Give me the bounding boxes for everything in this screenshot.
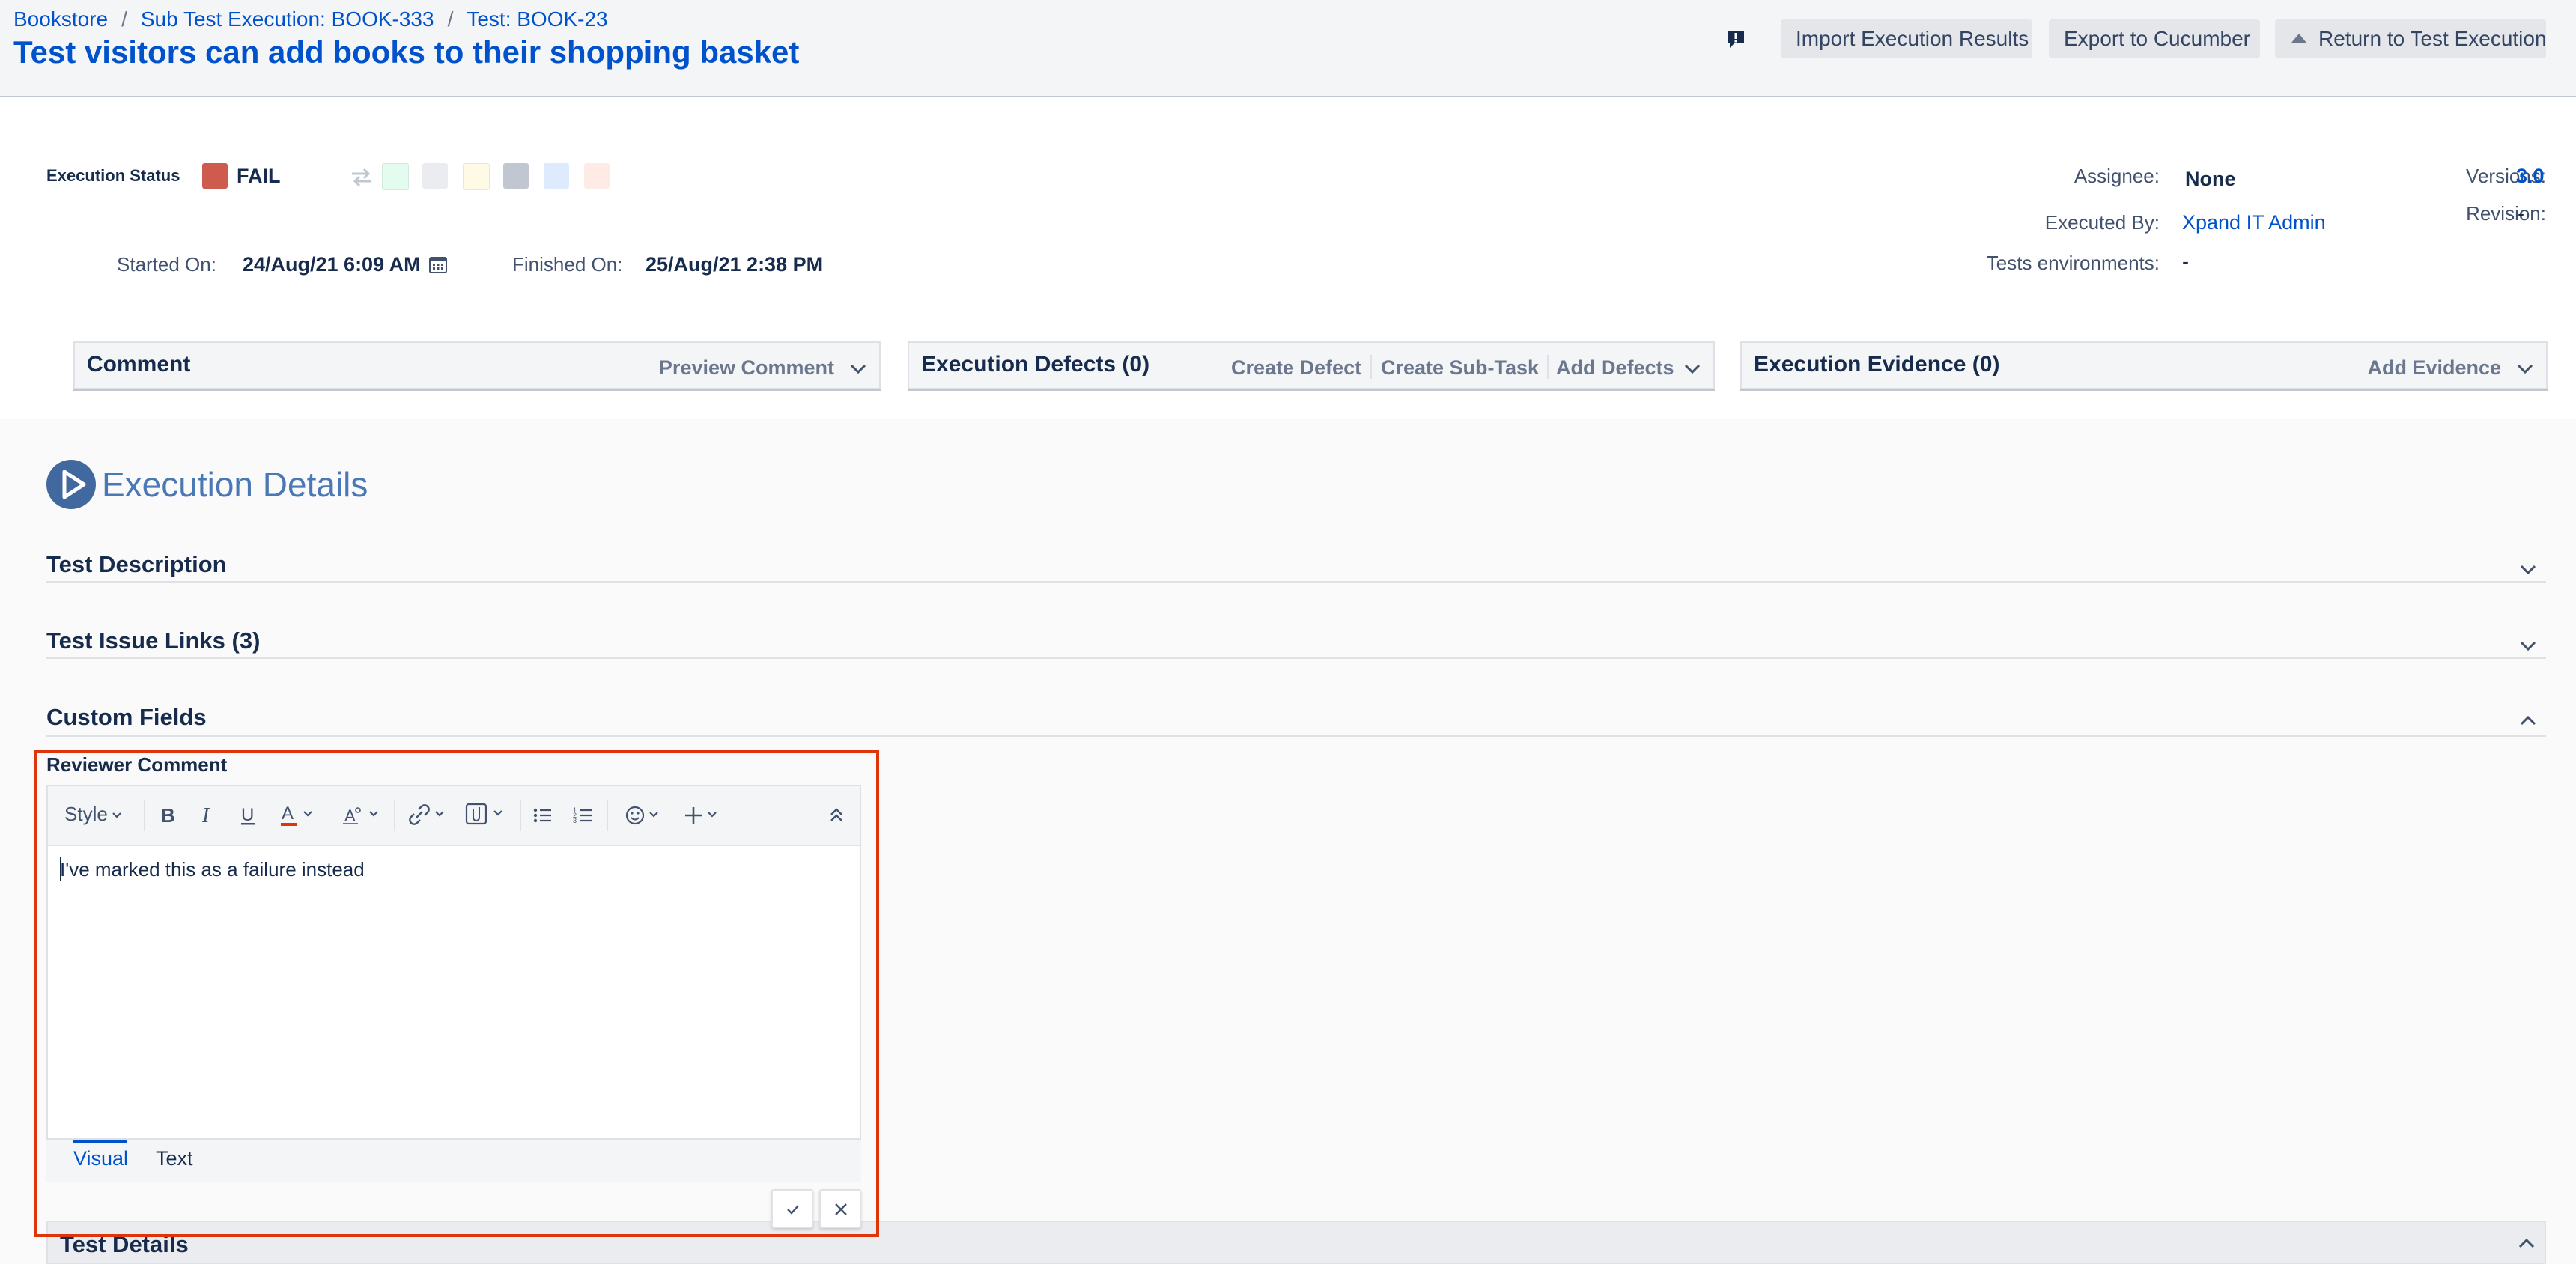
- feedback-icon[interactable]: [1725, 28, 1746, 49]
- export-to-cucumber-button[interactable]: Export to Cucumber: [2049, 19, 2260, 58]
- assignee-label: Assignee:: [2074, 165, 2160, 187]
- status-option-aborted[interactable]: [503, 163, 529, 189]
- started-on-value: 24/Aug/21 6:09 AM: [243, 253, 421, 276]
- status-option-executing[interactable]: [463, 163, 490, 190]
- started-on-label: Started On:: [117, 253, 216, 276]
- breadcrumb-test[interactable]: Test: BOOK-23: [467, 7, 607, 31]
- revision-value: -: [2518, 202, 2524, 225]
- executed-by-value[interactable]: Xpand IT Admin: [2182, 211, 2326, 234]
- add-evidence-link[interactable]: Add Evidence: [2367, 356, 2501, 380]
- comment-panel[interactable]: Comment Preview Comment: [73, 341, 881, 389]
- status-value: FAIL: [237, 165, 281, 187]
- test-issue-links-section[interactable]: Test Issue Links (3): [46, 628, 260, 654]
- chevron-up-icon[interactable]: [2516, 1233, 2537, 1254]
- execution-evidence-panel[interactable]: Execution Evidence (0) Add Evidence: [1740, 341, 2548, 389]
- swap-status-icon[interactable]: [349, 166, 374, 187]
- chevron-down-icon[interactable]: [2518, 559, 2539, 580]
- versions-value[interactable]: 3.0: [2516, 165, 2545, 188]
- create-sub-task-link[interactable]: Create Sub-Task: [1381, 356, 1539, 380]
- execution-status-label: Execution Status: [46, 166, 180, 185]
- tests-environments-value[interactable]: -: [2182, 250, 2189, 273]
- status-fail-swatch: [202, 163, 228, 189]
- page-header: Bookstore / Sub Test Execution: BOOK-333 / T…: [0, 0, 2576, 97]
- status-option-pass[interactable]: [382, 163, 409, 190]
- status-option-todo[interactable]: [422, 163, 448, 189]
- return-to-test-execution-button[interactable]: Return to Test Execution: [2275, 19, 2547, 58]
- section-divider: [46, 581, 2546, 583]
- comment-panel-title: Comment: [87, 352, 191, 377]
- import-execution-results-button[interactable]: Import Execution Results: [1781, 19, 2032, 58]
- action-divider: [1547, 355, 1549, 379]
- action-divider: [1370, 355, 1372, 379]
- play-circle-icon: [46, 460, 96, 509]
- triangle-up-icon: [2291, 34, 2306, 43]
- breadcrumb: Bookstore / Sub Test Execution: BOOK-333 / T…: [13, 7, 608, 31]
- chevron-down-icon[interactable]: [2518, 635, 2539, 656]
- status-option-blocked[interactable]: [544, 163, 569, 189]
- breadcrumb-sub-test-execution[interactable]: Sub Test Execution: BOOK-333: [141, 7, 434, 31]
- preview-comment-link[interactable]: Preview Comment: [659, 356, 834, 380]
- page-title: Test visitors can add books to their sho…: [13, 34, 800, 70]
- breadcrumb-project[interactable]: Bookstore: [13, 7, 108, 31]
- assignee-value[interactable]: None: [2185, 168, 2236, 191]
- finished-on-value: 25/Aug/21 2:38 PM: [645, 253, 824, 276]
- chevron-down-icon[interactable]: [2515, 358, 2536, 379]
- finished-on-label: Finished On:: [512, 253, 623, 276]
- return-label: Return to Test Execution: [2318, 27, 2547, 50]
- execution-defects-title: Execution Defects (0): [921, 352, 1150, 377]
- execution-defects-panel[interactable]: Execution Defects (0) Create Defect Crea…: [908, 341, 1715, 389]
- execution-details-title: Execution Details: [102, 465, 368, 504]
- calendar-icon[interactable]: [428, 255, 448, 274]
- breadcrumb-separator: /: [447, 7, 454, 31]
- chevron-down-icon[interactable]: [848, 358, 869, 379]
- section-divider: [46, 657, 2546, 659]
- test-description-section[interactable]: Test Description: [46, 551, 227, 578]
- tests-environments-label: Tests environments:: [1986, 252, 2160, 274]
- execution-evidence-title: Execution Evidence (0): [1754, 352, 2000, 377]
- section-divider: [46, 735, 2546, 737]
- executed-by-label: Executed By:: [2044, 211, 2160, 234]
- breadcrumb-separator: /: [121, 7, 127, 31]
- chevron-up-icon[interactable]: [2518, 710, 2539, 731]
- status-option-fail[interactable]: [584, 163, 610, 189]
- add-defects-link[interactable]: Add Defects: [1556, 356, 1674, 380]
- highlight-frame: [34, 750, 879, 1237]
- custom-fields-section[interactable]: Custom Fields: [46, 704, 207, 731]
- chevron-down-icon[interactable]: [1682, 358, 1703, 379]
- create-defect-link[interactable]: Create Defect: [1231, 356, 1361, 380]
